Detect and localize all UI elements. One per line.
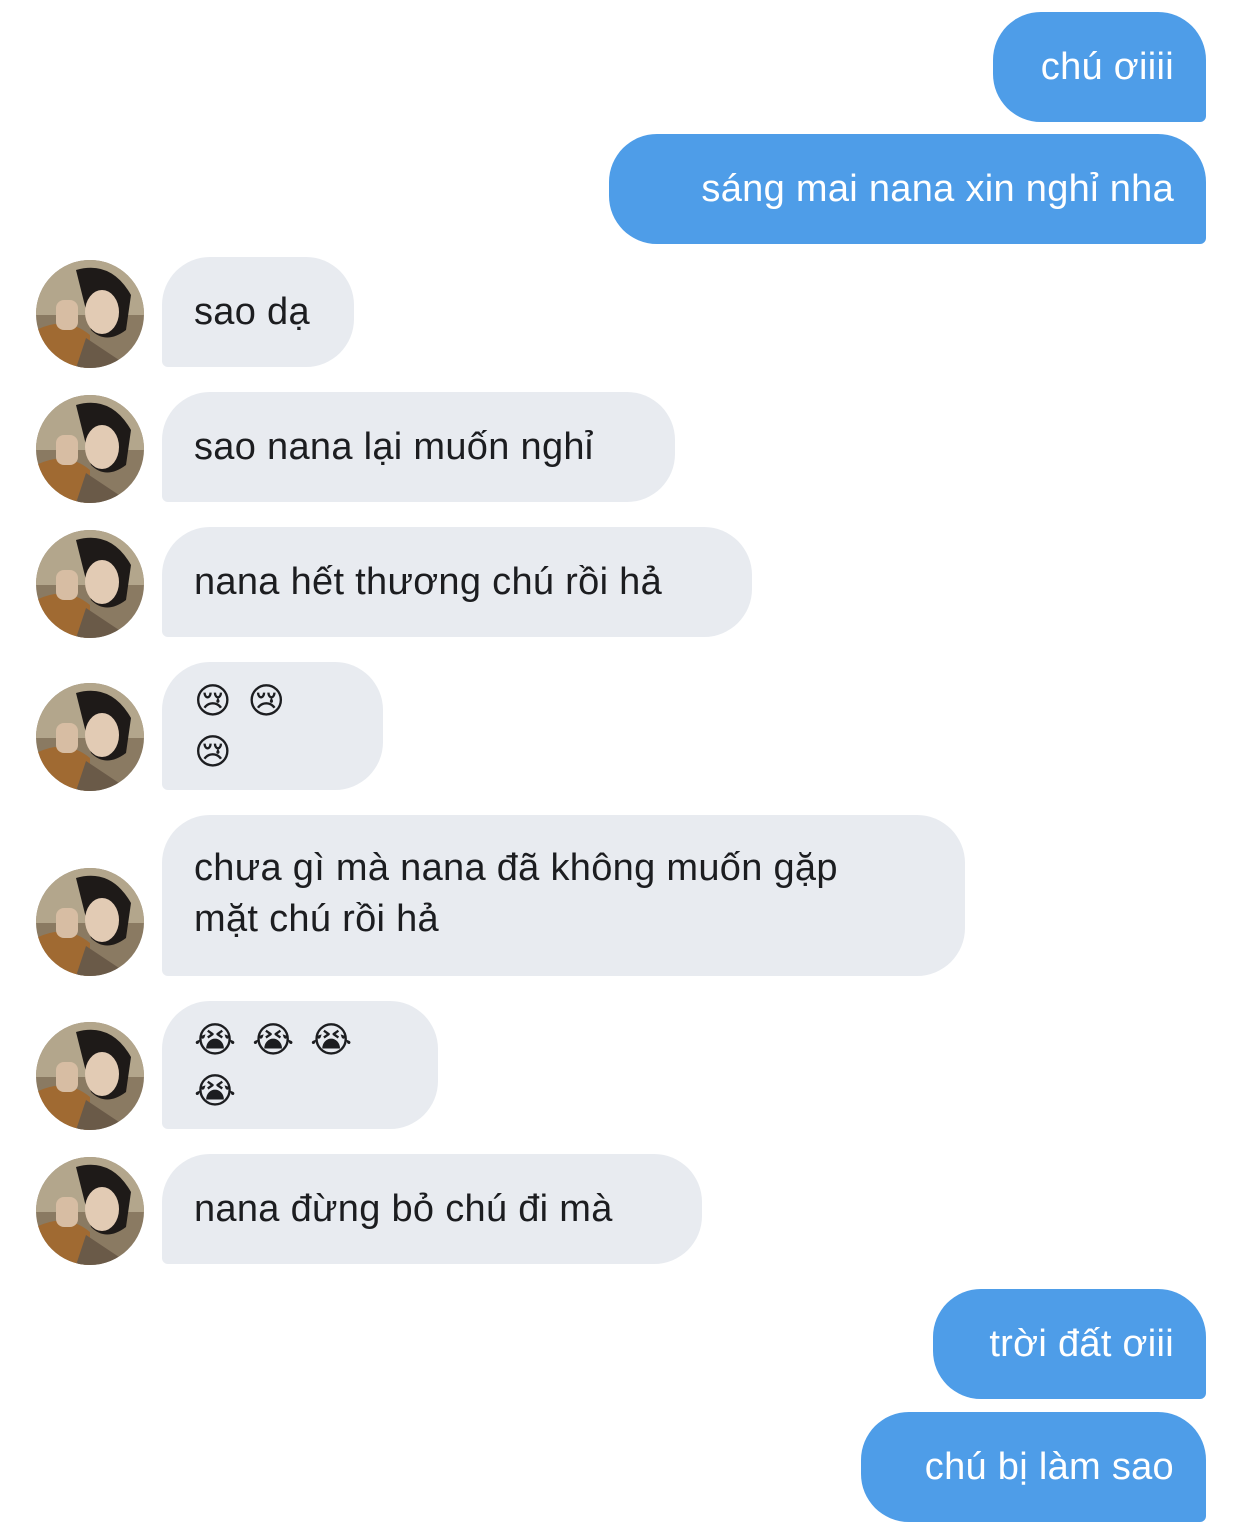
message-bubble-received[interactable]: 😢😢😢: [162, 662, 383, 790]
contact-avatar[interactable]: [36, 530, 144, 638]
message-bubble-sent[interactable]: trời đất ơiii: [933, 1289, 1206, 1399]
message-bubble-received[interactable]: sao nana lại muốn nghỉ: [162, 392, 675, 502]
contact-avatar[interactable]: [36, 1157, 144, 1265]
contact-avatar[interactable]: [36, 260, 144, 368]
message-bubble-sent[interactable]: chú bị làm sao: [861, 1412, 1206, 1522]
message-bubble-received[interactable]: 😭😭😭😭: [162, 1001, 438, 1129]
message-bubble-sent[interactable]: chú ơiiii: [993, 12, 1206, 122]
message-bubble-received[interactable]: nana hết thương chú rồi hả: [162, 527, 752, 637]
message-bubble-sent[interactable]: sáng mai nana xin nghỉ nha: [609, 134, 1206, 244]
message-bubble-received[interactable]: sao dạ: [162, 257, 354, 367]
contact-avatar[interactable]: [36, 683, 144, 791]
message-bubble-received[interactable]: chưa gì mà nana đã không muốn gặp mặt ch…: [162, 815, 965, 976]
message-bubble-received[interactable]: nana đừng bỏ chú đi mà: [162, 1154, 702, 1264]
contact-avatar[interactable]: [36, 868, 144, 976]
contact-avatar[interactable]: [36, 395, 144, 503]
contact-avatar[interactable]: [36, 1022, 144, 1130]
